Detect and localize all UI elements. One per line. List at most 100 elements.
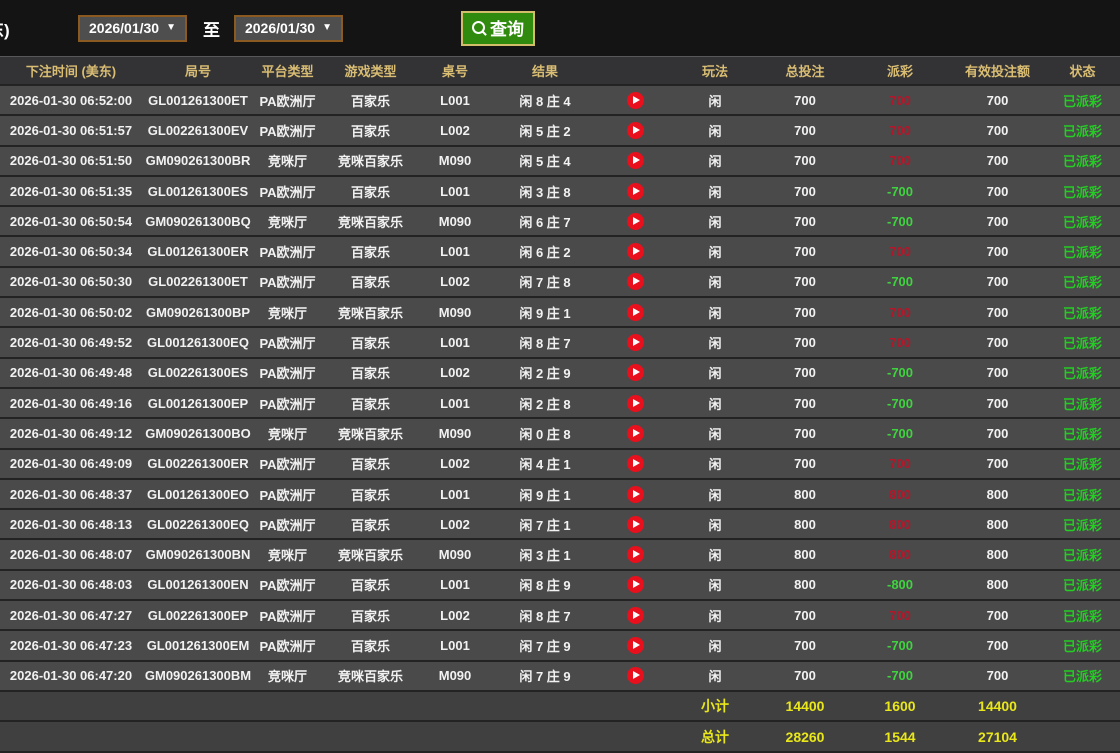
table-row: 2026-01-30 06:50:30GL002261300ETPA欧洲厅百家乐… (0, 267, 1120, 297)
cell-valid: 700 (950, 146, 1045, 176)
cell-platform: PA欧洲厅 (254, 327, 321, 357)
play-video-icon[interactable] (627, 425, 644, 442)
cell-time: 2026-01-30 06:50:54 (0, 206, 142, 236)
play-video-icon[interactable] (627, 213, 644, 230)
cell-time: 2026-01-30 06:50:02 (0, 297, 142, 327)
cell-valid: 700 (950, 176, 1045, 206)
table-row: 2026-01-30 06:48:37GL001261300EOPA欧洲厅百家乐… (0, 479, 1120, 509)
cell-result: 闲 3 庄 8 (490, 176, 600, 206)
cell-play: 闲 (670, 661, 760, 691)
cell-game: 百家乐 (321, 479, 420, 509)
cell-platform: PA欧洲厅 (254, 570, 321, 600)
date-to-select[interactable]: 2026/01/30 ▼ (234, 15, 343, 42)
total-status-spacer (1045, 721, 1120, 752)
cell-status: 已派彩 (1045, 600, 1120, 630)
cell-bet: 700 (760, 176, 850, 206)
cell-payout: -700 (850, 206, 950, 236)
cell-valid: 700 (950, 630, 1045, 660)
cell-platform: PA欧洲厅 (254, 449, 321, 479)
play-video-icon[interactable] (627, 243, 644, 260)
cell-time: 2026-01-30 06:48:03 (0, 570, 142, 600)
play-video-icon[interactable] (627, 546, 644, 563)
cell-platform: 竞咪厅 (254, 146, 321, 176)
cell-bet: 700 (760, 267, 850, 297)
play-video-icon[interactable] (627, 334, 644, 351)
cell-play-video (600, 236, 670, 266)
cell-play: 闲 (670, 479, 760, 509)
cell-table-no: L002 (420, 267, 490, 297)
play-video-icon[interactable] (627, 395, 644, 412)
cell-bet: 700 (760, 236, 850, 266)
play-video-icon[interactable] (627, 607, 644, 624)
table-row: 2026-01-30 06:48:03GL001261300ENPA欧洲厅百家乐… (0, 570, 1120, 600)
query-button-label: 查询 (490, 15, 524, 40)
date-to-value: 2026/01/30 (245, 20, 315, 36)
cell-game: 百家乐 (321, 176, 420, 206)
play-video-icon[interactable] (627, 273, 644, 290)
cell-bet: 700 (760, 418, 850, 448)
cell-status: 已派彩 (1045, 267, 1120, 297)
cell-platform: PA欧洲厅 (254, 509, 321, 539)
cell-time: 2026-01-30 06:51:57 (0, 115, 142, 145)
play-video-icon[interactable] (627, 667, 644, 684)
play-video-icon[interactable] (627, 304, 644, 321)
subtotal-row: 小计 14400 1600 14400 (0, 691, 1120, 722)
play-video-icon[interactable] (627, 152, 644, 169)
cell-valid: 700 (950, 661, 1045, 691)
play-video-icon[interactable] (627, 455, 644, 472)
table-row: 2026-01-30 06:47:23GL001261300EMPA欧洲厅百家乐… (0, 630, 1120, 660)
play-video-icon[interactable] (627, 486, 644, 503)
cell-status: 已派彩 (1045, 236, 1120, 266)
total-total-bet: 28260 (760, 721, 850, 752)
cell-game: 百家乐 (321, 509, 420, 539)
cell-valid: 700 (950, 297, 1045, 327)
cell-status: 已派彩 (1045, 388, 1120, 418)
cell-payout: 700 (850, 146, 950, 176)
cell-bet: 700 (760, 630, 850, 660)
cell-time: 2026-01-30 06:48:37 (0, 479, 142, 509)
table-row: 2026-01-30 06:51:57GL002261300EVPA欧洲厅百家乐… (0, 115, 1120, 145)
cell-result: 闲 4 庄 1 (490, 449, 600, 479)
search-icon (472, 21, 485, 34)
cell-table-no: L001 (420, 327, 490, 357)
cell-result: 闲 0 庄 8 (490, 418, 600, 448)
cell-table-no: L001 (420, 85, 490, 115)
cell-payout: -700 (850, 418, 950, 448)
table-header-row: 下注时间 (美东)局号平台类型游戏类型桌号结果玩法总投注派彩有效投注额状态 (0, 57, 1120, 86)
cell-platform: PA欧洲厅 (254, 236, 321, 266)
toolbar: 东) 2026/01/30 ▼ 至 2026/01/30 ▼ 查询 (0, 0, 1120, 56)
play-video-icon[interactable] (627, 576, 644, 593)
play-video-icon[interactable] (627, 637, 644, 654)
cell-result: 闲 7 庄 9 (490, 661, 600, 691)
column-header-5: 结果 (490, 57, 600, 86)
cell-result: 闲 9 庄 1 (490, 479, 600, 509)
chevron-down-icon: ▼ (322, 23, 332, 33)
subtotal-payout: 1600 (850, 691, 950, 722)
date-from-select[interactable]: 2026/01/30 ▼ (78, 15, 187, 42)
table-row: 2026-01-30 06:48:07GM090261300BN竞咪厅竞咪百家乐… (0, 539, 1120, 569)
cell-result: 闲 5 庄 2 (490, 115, 600, 145)
play-video-icon[interactable] (627, 364, 644, 381)
cell-play-video (600, 449, 670, 479)
play-video-icon[interactable] (627, 183, 644, 200)
cell-platform: PA欧洲厅 (254, 115, 321, 145)
cell-time: 2026-01-30 06:52:00 (0, 85, 142, 115)
query-button[interactable]: 查询 (461, 11, 535, 46)
play-video-icon[interactable] (627, 122, 644, 139)
table-row: 2026-01-30 06:50:54GM090261300BQ竞咪厅竞咪百家乐… (0, 206, 1120, 236)
play-video-icon[interactable] (627, 516, 644, 533)
table-row: 2026-01-30 06:51:50GM090261300BR竞咪厅竞咪百家乐… (0, 146, 1120, 176)
cell-platform: PA欧洲厅 (254, 630, 321, 660)
cell-bet: 800 (760, 479, 850, 509)
cell-play-video (600, 479, 670, 509)
cell-round: GM090261300BM (142, 661, 254, 691)
cell-time: 2026-01-30 06:47:20 (0, 661, 142, 691)
cell-round: GL001261300ET (142, 85, 254, 115)
cell-table-no: L001 (420, 176, 490, 206)
play-video-icon[interactable] (627, 92, 644, 109)
cell-time: 2026-01-30 06:47:23 (0, 630, 142, 660)
cell-status: 已派彩 (1045, 449, 1120, 479)
cell-game: 百家乐 (321, 267, 420, 297)
cell-payout: -700 (850, 630, 950, 660)
cell-platform: 竞咪厅 (254, 297, 321, 327)
